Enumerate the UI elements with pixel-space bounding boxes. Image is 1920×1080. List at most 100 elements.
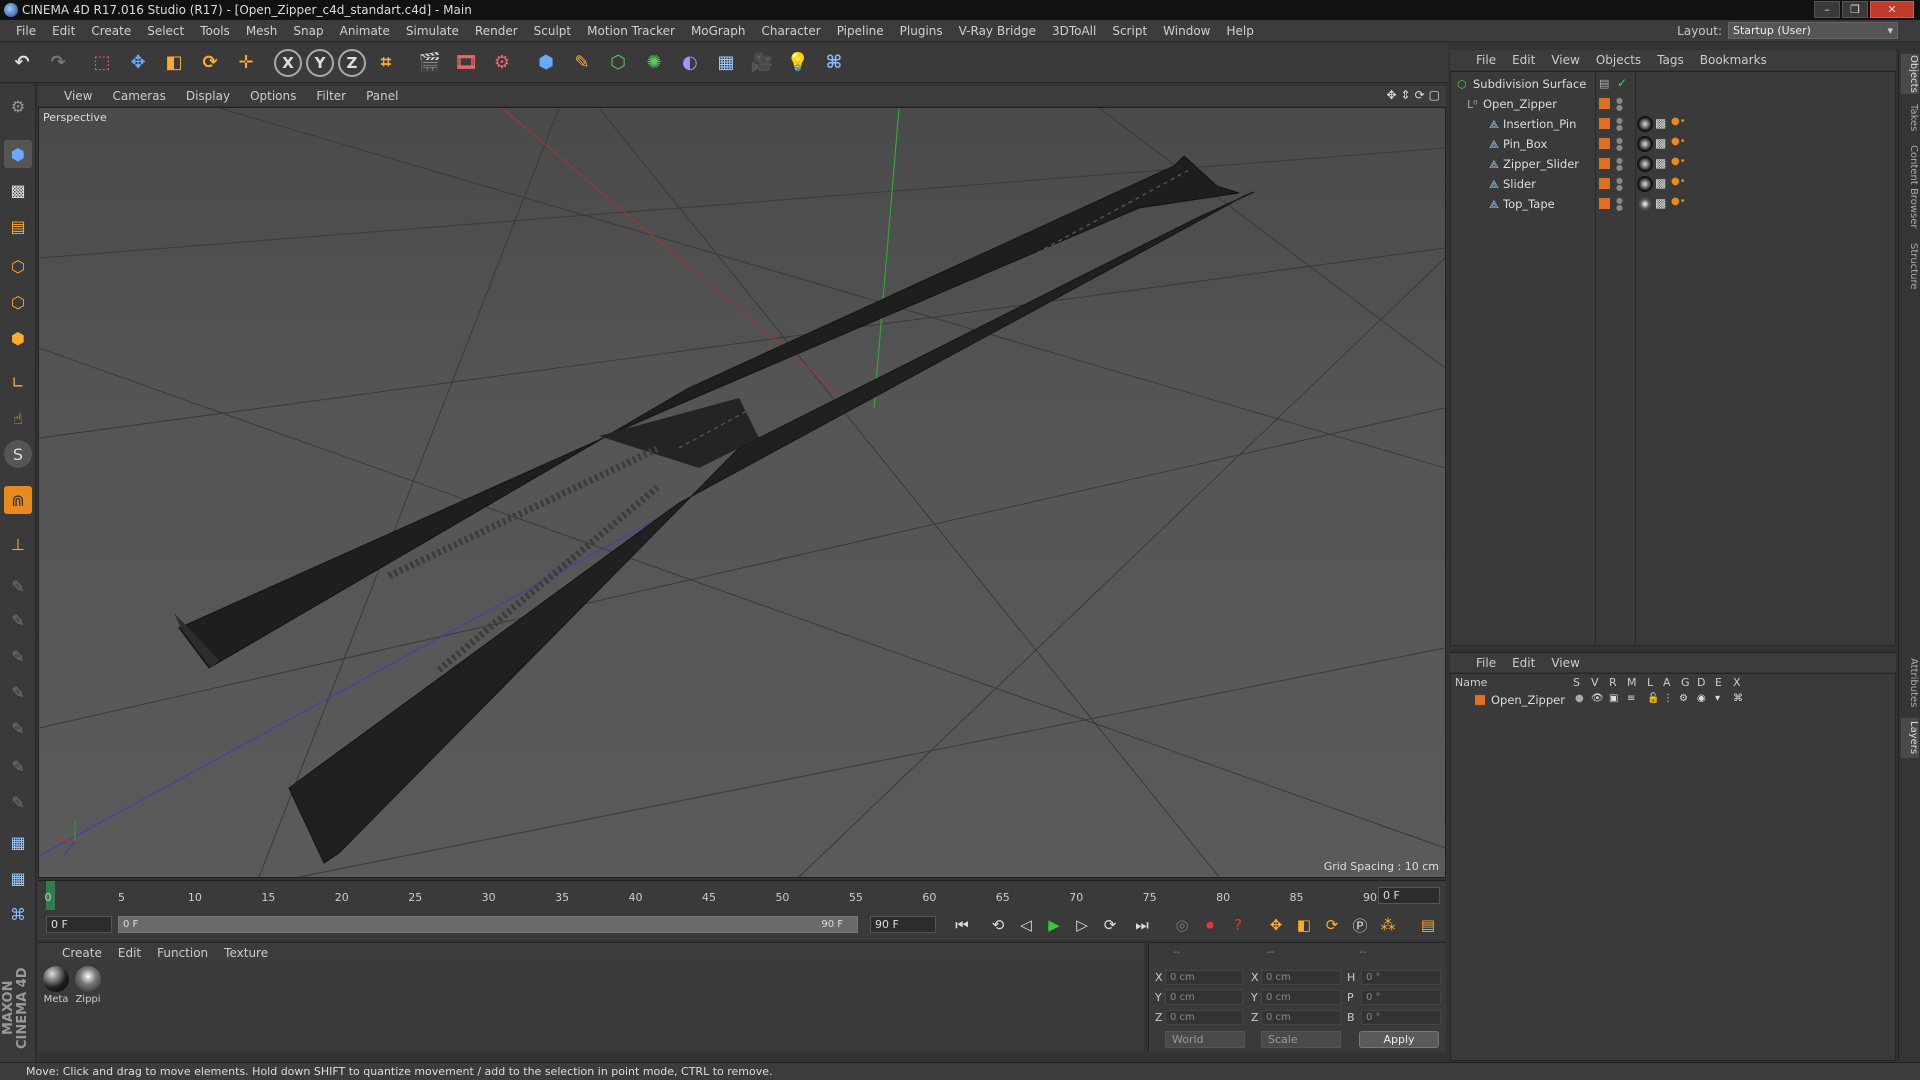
position-y-field[interactable]: 0 cm	[1165, 990, 1243, 1005]
object-row[interactable]: ⟁ Insertion_Pin ● ● ▩ ●•	[1451, 114, 1895, 134]
key-position-icon[interactable]: ✥	[1264, 914, 1288, 936]
uvw-tag-icon[interactable]: ▩	[1655, 156, 1671, 172]
layer-visible-icon[interactable]: 👁	[1591, 693, 1604, 704]
material-tag-icon[interactable]	[1637, 156, 1653, 172]
lm-menu-edit[interactable]: Edit	[1504, 656, 1543, 670]
viewport-zoom-icon[interactable]: ⇕	[1401, 88, 1411, 102]
object-name[interactable]: Subdivision Surface	[1473, 77, 1586, 91]
rotation-h-field[interactable]: 0 °	[1361, 970, 1441, 985]
material-menu-texture[interactable]: Texture	[216, 946, 276, 960]
layer-color-icon[interactable]	[1599, 158, 1610, 169]
object-name[interactable]: Top_Tape	[1503, 197, 1555, 211]
frame-range-slider[interactable]: 0 F 90 F	[118, 916, 858, 933]
menu-window[interactable]: Window	[1155, 24, 1218, 38]
flatten-icon[interactable]: ✎	[4, 752, 32, 780]
layer-col-name[interactable]: Name	[1455, 676, 1487, 689]
menu-sculpt[interactable]: Sculpt	[526, 24, 579, 38]
menu-mograph[interactable]: MoGraph	[683, 24, 754, 38]
uvw-tag-icon[interactable]: ▩	[1655, 136, 1671, 152]
object-row[interactable]: ⬡ Subdivision Surface ▤ ✓	[1451, 74, 1895, 94]
edit-render-toggle-icon[interactable]: ▤	[1599, 77, 1609, 90]
render-settings-icon[interactable]: ⚙	[486, 47, 518, 79]
enabled-check-icon[interactable]: ✓	[1617, 76, 1627, 90]
current-frame-field[interactable]: 0 F	[1378, 887, 1440, 904]
size-z-field[interactable]: 0 cm	[1261, 1010, 1341, 1025]
render-view-icon[interactable]: 🎬	[414, 47, 446, 79]
lock-workplane-icon[interactable]: ▦	[4, 828, 32, 856]
next-key-icon[interactable]: ⟳	[1098, 914, 1122, 936]
auto-keying-icon[interactable]: ⏺	[1198, 914, 1222, 936]
menu-file[interactable]: File	[8, 24, 44, 38]
close-button[interactable]: ✕	[1870, 1, 1914, 18]
coordinate-system-icon[interactable]: ⌗	[370, 47, 402, 79]
go-to-end-icon[interactable]: ⏭	[1130, 914, 1154, 936]
om-menu-view[interactable]: View	[1543, 53, 1587, 67]
material-swatch[interactable]: Meta	[42, 966, 70, 1005]
make-editable-icon[interactable]: ⚙	[4, 92, 32, 120]
maximize-button[interactable]: ❐	[1842, 1, 1868, 18]
layer-col-expressions[interactable]: E	[1715, 676, 1722, 689]
start-frame-field[interactable]: 0 F	[46, 916, 112, 933]
om-menu-edit[interactable]: Edit	[1504, 53, 1543, 67]
texture-mode-icon[interactable]: ▩	[4, 176, 32, 204]
uvw-tag-icon[interactable]: ▩	[1655, 196, 1671, 212]
menu-mesh[interactable]: Mesh	[238, 24, 286, 38]
record-keys-icon[interactable]: ◎	[1170, 914, 1194, 936]
previous-frame-icon[interactable]: ◁	[1014, 914, 1038, 936]
layer-col-locked[interactable]: L	[1647, 676, 1653, 689]
paint-icon[interactable]: ✎	[4, 606, 32, 634]
menu-script[interactable]: Script	[1104, 24, 1155, 38]
menu-simulate[interactable]: Simulate	[398, 24, 467, 38]
key-pla-icon[interactable]: ⁂	[1376, 914, 1400, 936]
edges-mode-icon[interactable]: ⬡	[4, 288, 32, 316]
model-mode-icon[interactable]: ⬢	[4, 140, 32, 168]
inflate-icon[interactable]: ✎	[4, 788, 32, 816]
om-menu-bookmarks[interactable]: Bookmarks	[1692, 53, 1775, 67]
deformer-icon[interactable]: ◐	[674, 47, 706, 79]
apply-button[interactable]: Apply	[1359, 1031, 1439, 1048]
rotate-icon[interactable]: ⟳	[194, 47, 226, 79]
timeline-ruler[interactable]: 0 5 10 15 20 25 30 35 40 45 50 55 60 65 70 75 80 85 90 0 F	[38, 880, 1446, 911]
layer-solo-icon[interactable]: ●	[1575, 693, 1584, 704]
z-axis-lock-icon[interactable]: Z	[338, 48, 366, 77]
size-x-field[interactable]: 0 cm	[1261, 970, 1341, 985]
visibility-dots-icon[interactable]: ● ●	[1616, 177, 1623, 192]
scale-icon[interactable]: ◧	[158, 47, 190, 79]
visibility-dots-icon[interactable]: ● ●	[1616, 117, 1623, 132]
key-parameter-icon[interactable]: Ⓟ	[1348, 914, 1372, 936]
tab-structure[interactable]: Structure	[1901, 238, 1919, 294]
pull-icon[interactable]: ✎	[4, 714, 32, 742]
layer-col-render[interactable]: R	[1609, 676, 1617, 689]
material-tag-icon[interactable]	[1637, 196, 1653, 212]
y-axis-lock-icon[interactable]: Y	[306, 48, 334, 77]
phong-tag-icon[interactable]: ●•	[1671, 156, 1687, 172]
3d-viewport[interactable]: Perspective Grid Spacing : 10 cm	[38, 107, 1446, 878]
menu-edit[interactable]: Edit	[44, 24, 83, 38]
layer-col-xref[interactable]: X	[1733, 676, 1741, 689]
object-name[interactable]: Slider	[1503, 177, 1536, 191]
tweak-mode-icon[interactable]: ☝	[4, 404, 32, 432]
menu-create[interactable]: Create	[83, 24, 139, 38]
visibility-dots-icon[interactable]: ● ●	[1616, 137, 1623, 152]
menu-snap[interactable]: Snap	[285, 24, 331, 38]
material-tag-icon[interactable]	[1637, 176, 1653, 192]
go-to-start-icon[interactable]: ⏮	[950, 914, 974, 936]
layer-name[interactable]: Open_Zipper	[1491, 693, 1565, 707]
visibility-dots-icon[interactable]: ● ●	[1616, 157, 1623, 172]
material-tag-icon[interactable]	[1637, 136, 1653, 152]
minimize-button[interactable]: –	[1814, 1, 1840, 18]
viewport-menu-panel[interactable]: Panel	[356, 89, 408, 103]
om-menu-objects[interactable]: Objects	[1588, 53, 1649, 67]
tab-attributes[interactable]: Attributes	[1901, 654, 1919, 712]
layer-col-animation[interactable]: A	[1663, 676, 1671, 689]
tab-takes[interactable]: Takes	[1901, 100, 1919, 136]
viewport-menu-options[interactable]: Options	[240, 89, 306, 103]
tab-layers[interactable]: Layers	[1901, 718, 1919, 758]
layer-lock-icon[interactable]: 🔓	[1647, 693, 1659, 704]
menu-render[interactable]: Render	[467, 24, 526, 38]
brush-icon[interactable]: ✎	[4, 572, 32, 600]
menu-select[interactable]: Select	[139, 24, 192, 38]
polygons-mode-icon[interactable]: ⬢	[4, 324, 32, 352]
layer-col-view[interactable]: V	[1591, 676, 1599, 689]
menu-3dtoall[interactable]: 3DToAll	[1044, 24, 1104, 38]
